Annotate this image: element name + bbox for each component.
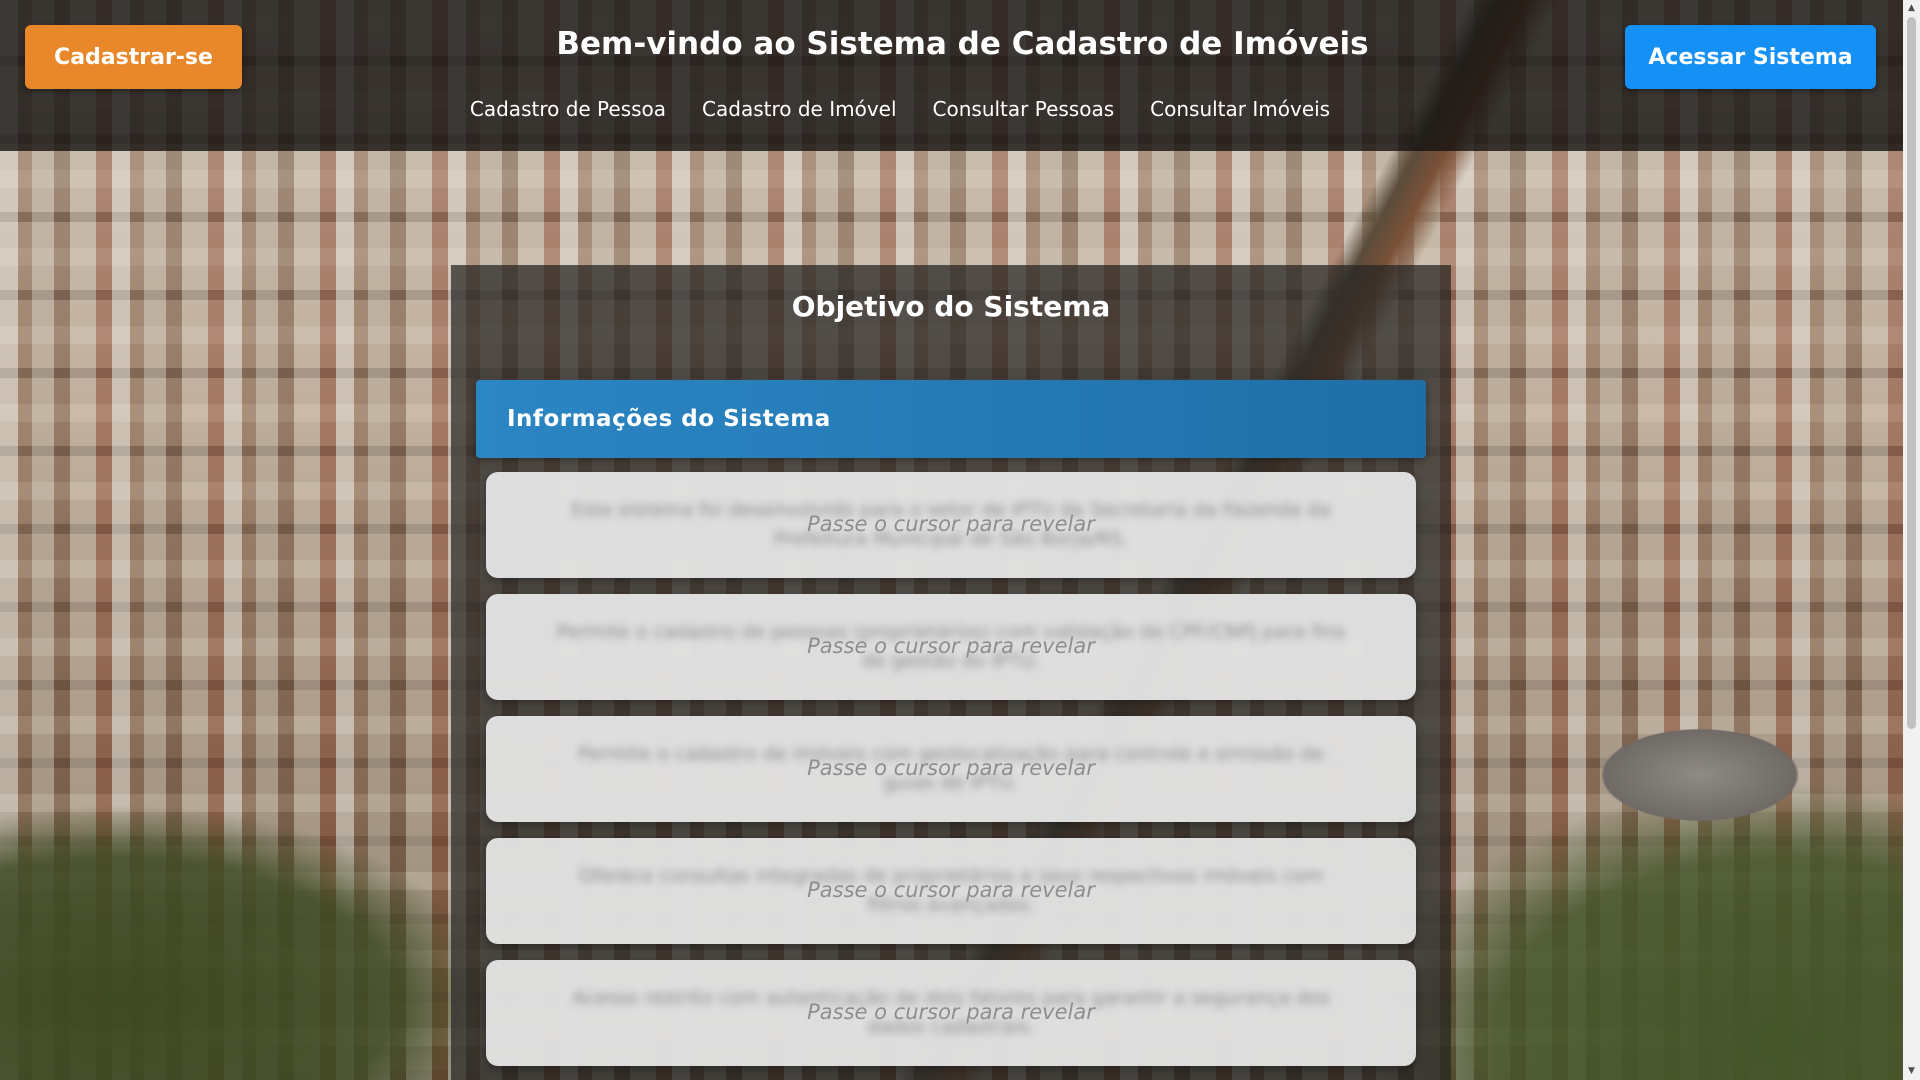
info-section-header[interactable]: Informações do Sistema	[476, 380, 1426, 458]
info-card[interactable]: Permite o cadastro de imóveis com geoloc…	[486, 716, 1416, 822]
scroll-down-arrow-icon[interactable]: ▼	[1903, 1063, 1920, 1080]
info-section-label: Informações do Sistema	[507, 406, 831, 432]
info-card[interactable]: Oferece consultas integradas de propriet…	[486, 838, 1416, 944]
access-system-button[interactable]: Acessar Sistema	[1625, 25, 1876, 89]
info-card[interactable]: Acesso restrito com autenticação de dois…	[486, 960, 1416, 1066]
reveal-hint: Passe o cursor para revelar	[807, 1000, 1095, 1024]
nav-cadastro-imovel[interactable]: Cadastro de Imóvel	[702, 97, 896, 121]
page-title: Bem-vindo ao Sistema de Cadastro de Imóv…	[556, 26, 1369, 62]
nav-consultar-imoveis[interactable]: Consultar Imóveis	[1150, 97, 1330, 121]
info-card[interactable]: Permite o cadastro de pessoas (proprietá…	[486, 594, 1416, 700]
main-nav: Cadastro de Pessoa Cadastro de Imóvel Co…	[440, 97, 1360, 121]
objective-panel: Objetivo do Sistema Informações do Siste…	[451, 265, 1451, 1080]
section-title: Objetivo do Sistema	[791, 290, 1111, 323]
scroll-up-arrow-icon[interactable]: ▲	[1903, 0, 1920, 17]
reveal-hint: Passe o cursor para revelar	[807, 878, 1095, 902]
info-card[interactable]: Este sistema foi desenvolvido para o set…	[486, 472, 1416, 578]
reveal-hint: Passe o cursor para revelar	[807, 756, 1095, 780]
scrollbar-thumb[interactable]	[1907, 17, 1916, 729]
reveal-hint: Passe o cursor para revelar	[807, 512, 1095, 536]
register-button[interactable]: Cadastrar-se	[25, 25, 242, 89]
nav-cadastro-pessoa[interactable]: Cadastro de Pessoa	[470, 97, 666, 121]
nav-consultar-pessoas[interactable]: Consultar Pessoas	[933, 97, 1115, 121]
vertical-scrollbar[interactable]: ▲ ▼	[1903, 0, 1920, 1080]
reveal-hint: Passe o cursor para revelar	[807, 634, 1095, 658]
top-header: Cadastrar-se Bem-vindo ao Sistema de Cad…	[0, 0, 1903, 151]
